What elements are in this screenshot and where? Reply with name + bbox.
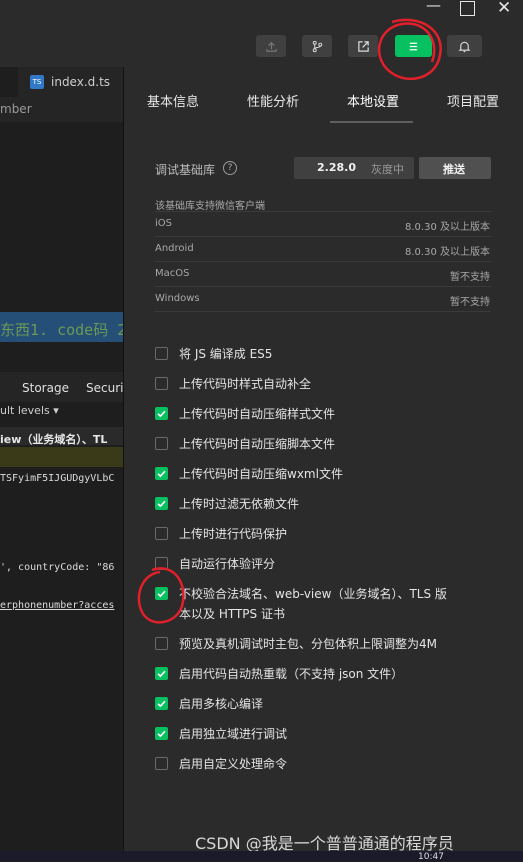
option-label[interactable]: 启用代码自动热重载（不支持 json 文件） (179, 665, 403, 682)
checkbox-unchecked[interactable] (155, 527, 168, 540)
check-icon (157, 590, 166, 598)
branch-icon (312, 40, 322, 52)
breadcrumb-fragment: mber (0, 102, 32, 116)
gray-release-badge: 灰度中 (371, 163, 404, 176)
check-icon (157, 470, 166, 478)
upload-icon (265, 41, 277, 52)
checkbox-unchecked[interactable] (155, 637, 168, 650)
menu-icon (409, 42, 418, 50)
support-os-label: Windows (155, 293, 200, 304)
checkbox-checked[interactable] (155, 587, 168, 600)
check-icon (157, 730, 166, 738)
bell-icon (458, 41, 471, 52)
active-tab-indicator (330, 121, 413, 123)
support-version-value: 暂不支持 (450, 297, 490, 308)
client-support-note: 该基础库支持微信客户端 (155, 201, 265, 212)
checkbox-checked[interactable] (155, 667, 168, 680)
option-label[interactable]: 启用自定义处理命令 (179, 755, 287, 772)
option-label[interactable]: 上传时进行代码保护 (179, 525, 287, 542)
debug-lib-label: 调试基础库 (155, 163, 216, 177)
support-os-label: Android (155, 243, 194, 254)
checkbox-checked[interactable] (155, 497, 168, 510)
help-icon[interactable]: ? (223, 161, 237, 175)
tab-local-settings[interactable]: 本地设置 (347, 91, 399, 110)
support-version-value: 8.0.30 及以上版本 (405, 247, 490, 258)
option-label[interactable]: 启用多核心编译 (179, 695, 263, 712)
checkbox-checked[interactable] (155, 727, 168, 740)
support-version-value: 暂不支持 (450, 272, 490, 283)
checkbox-checked[interactable] (155, 407, 168, 420)
checkbox-unchecked[interactable] (155, 557, 168, 570)
taskbar (0, 851, 523, 861)
tab-performance[interactable]: 性能分析 (247, 91, 299, 110)
check-icon (157, 500, 166, 508)
close-icon[interactable]: ✕ (497, 0, 511, 18)
option-label[interactable]: 启用独立域进行调试 (179, 725, 287, 742)
checkbox-unchecked[interactable] (155, 377, 168, 390)
details-menu-button[interactable] (395, 35, 432, 57)
code-comment-fragment: 东西1. code码 2 (0, 321, 123, 339)
support-os-label: MacOS (155, 268, 190, 279)
devtools-tab-storage[interactable]: Storage (22, 381, 69, 395)
option-label[interactable]: 上传时过滤无依赖文件 (179, 495, 299, 512)
option-label[interactable]: 将 JS 编译成 ES5 (179, 345, 272, 362)
console-object-fragment: ', countryCode: "86 (0, 562, 115, 573)
option-label[interactable]: 上传代码时样式自动补全 (179, 375, 311, 392)
option-label[interactable]: 自动运行体验评分 (179, 555, 275, 572)
checkbox-unchecked[interactable] (155, 757, 168, 770)
tab-basic-info[interactable]: 基本信息 (147, 91, 199, 110)
option-label[interactable]: 预览及真机调试时主包、分包体积上限调整为4M (179, 635, 437, 652)
option-label[interactable]: 上传代码时自动压缩wxml文件 (179, 465, 343, 482)
ts-file-icon: TS (30, 75, 44, 89)
check-icon (157, 670, 166, 678)
option-label[interactable]: 不校验合法域名、web-view（业务域名）、TLS 版 (179, 585, 447, 602)
console-warning-fragment: iew（业务域名）、TL (0, 433, 108, 446)
devtools-tab-security[interactable]: Securi (86, 381, 123, 395)
check-icon (157, 410, 166, 418)
support-version-value: 8.0.30 及以上版本 (405, 222, 490, 233)
tab-project-config[interactable]: 项目配置 (447, 91, 499, 110)
support-os-label: iOS (155, 218, 172, 229)
option-label-continued[interactable]: 本以及 HTTPS 证书 (179, 605, 285, 622)
notification-button[interactable] (447, 35, 482, 57)
minimize-icon[interactable]: — (426, 0, 441, 14)
checkbox-unchecked[interactable] (155, 437, 168, 450)
push-button-label: 推送 (443, 163, 465, 176)
log-levels-dropdown[interactable]: ult levels ▾ (0, 404, 59, 417)
open-external-button[interactable] (348, 35, 378, 57)
console-link-fragment[interactable]: erphonenumber?acces (0, 600, 114, 611)
checkbox-checked[interactable] (155, 697, 168, 710)
option-label[interactable]: 上传代码时自动压缩脚本文件 (179, 435, 335, 452)
editor-tab-index-d-ts[interactable]: index.d.ts (51, 75, 110, 89)
version-value: 2.28.0 (317, 161, 356, 174)
editor-area: TS index.d.ts mber 东西1. code码 2 Storage … (0, 67, 123, 861)
upload-button[interactable] (256, 35, 286, 57)
console-hash-fragment: TSFyimF5IJGUDgyVLbC (0, 473, 115, 484)
maximize-icon[interactable] (460, 1, 475, 16)
external-link-icon (357, 40, 369, 52)
option-label[interactable]: 上传代码时自动压缩样式文件 (179, 405, 335, 422)
checkbox-unchecked[interactable] (155, 347, 168, 360)
checkbox-checked[interactable] (155, 467, 168, 480)
version-branch-button[interactable] (302, 35, 332, 57)
check-icon (157, 700, 166, 708)
